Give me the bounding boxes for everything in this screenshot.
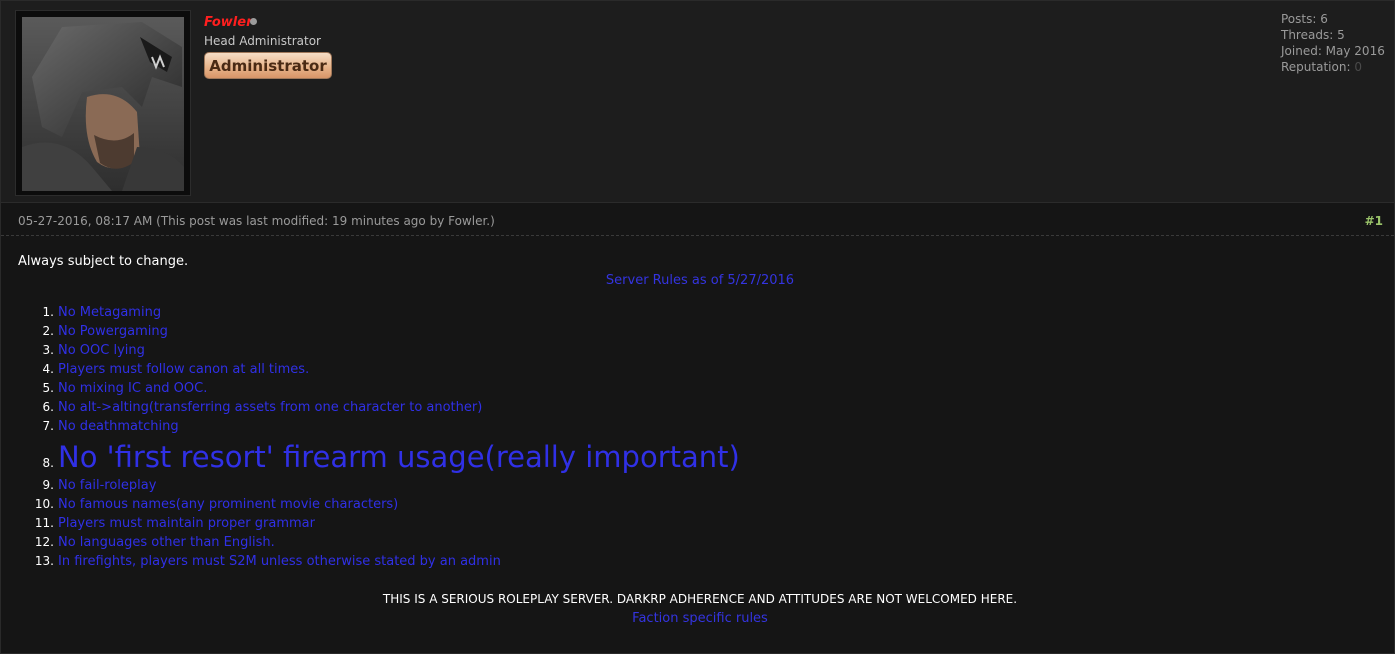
rule-number: 7. <box>42 419 54 433</box>
rule-text: No Metagaming <box>58 305 162 320</box>
stat-threads: Threads: 5 <box>1281 28 1345 42</box>
reputation-value[interactable]: 0 <box>1354 60 1362 74</box>
rule-item: 12. No languages other than English. <box>35 533 740 552</box>
rule-number: 11. <box>34 516 54 530</box>
rule-number: 12. <box>34 535 54 549</box>
reputation-label: Reputation: <box>1281 60 1351 74</box>
rule-number: 3. <box>42 343 54 357</box>
offline-status-icon <box>250 18 257 25</box>
rule-number: 5. <box>42 381 54 395</box>
rule-item: 3. No OOC lying <box>43 341 740 360</box>
stat-reputation: Reputation: 0 <box>1281 59 1385 75</box>
rule-item: 2. No Powergaming <box>43 322 740 341</box>
rule-text: No languages other than English. <box>58 535 275 550</box>
rule-number: 2. <box>42 324 54 338</box>
post-number-link[interactable]: #1 <box>1365 214 1383 228</box>
rule-text: No OOC lying <box>58 343 145 358</box>
user-title: Head Administrator <box>204 34 321 48</box>
post-date: 05-27-2016, 08:17 AM (This post was last… <box>18 214 495 228</box>
rule-item: 10. No famous names(any prominent movie c… <box>35 495 740 514</box>
rules-list: 1. No Metagaming 2. No Powergaming 3. No OOC … <box>35 303 740 571</box>
avatar-image <box>22 17 184 191</box>
rule-text: No 'first resort' firearm usage(really i… <box>58 440 740 474</box>
rule-text: No deathmatching <box>58 419 179 434</box>
rule-number: 13. <box>34 554 54 568</box>
rule-text: No fail-roleplay <box>58 478 157 493</box>
post-meta-bar: 05-27-2016, 08:17 AM (This post was last… <box>1 203 1394 236</box>
rule-item: 5. No mixing IC and OOC. <box>43 379 740 398</box>
faction-rules-link[interactable]: Faction specific rules <box>1 611 1395 626</box>
rule-item: 1. No Metagaming <box>43 303 740 322</box>
rule-item: 13. In firefights, players must S2M unles… <box>35 552 740 571</box>
rule-text: No mixing IC and OOC. <box>58 381 208 396</box>
rule-item: 6. No alt->alting(transferring assets fro… <box>43 398 740 417</box>
rule-text: No famous names(any prominent movie char… <box>58 497 399 512</box>
post-author-header: Fowler Head Administrator Administrator … <box>1 1 1394 203</box>
rule-item: 11. Players must maintain proper grammar <box>35 514 740 533</box>
rule-number: 4. <box>42 362 54 376</box>
rule-text: No Powergaming <box>58 324 168 339</box>
stat-joined: Joined: May 2016 <box>1281 44 1385 58</box>
rule-number: 6. <box>42 400 54 414</box>
group-badge: Administrator <box>204 52 332 79</box>
rule-text: No alt->alting(transferring assets from … <box>58 400 483 415</box>
avatar[interactable] <box>22 17 184 191</box>
rule-number: 10. <box>34 497 54 511</box>
rule-item: 4. Players must follow canon at all times… <box>43 360 740 379</box>
author-stats: Posts: 6 Threads: 5 Joined: May 2016 Rep… <box>1281 11 1385 75</box>
rule-item: 9. No fail-roleplay <box>43 476 740 495</box>
username-link[interactable]: Fowler <box>204 15 253 30</box>
rule-number: 1. <box>42 305 54 319</box>
rule-item: 8. No 'first resort' firearm usage(really… <box>43 434 740 480</box>
rules-title: Server Rules as of 5/27/2016 <box>605 273 795 288</box>
forum-post: Fowler Head Administrator Administrator … <box>0 0 1395 654</box>
rule-number: 9. <box>42 478 54 492</box>
serious-rp-notice: THIS IS A SERIOUS ROLEPLAY SERVER. DARKR… <box>382 592 1018 606</box>
avatar-frame <box>15 10 191 196</box>
rule-text: In firefights, players must S2M unless o… <box>58 554 501 569</box>
intro-text: Always subject to change. <box>18 254 189 269</box>
stat-posts: Posts: 6 <box>1281 12 1328 26</box>
rule-text: Players must follow canon at all times. <box>58 362 310 377</box>
rule-text: Players must maintain proper grammar <box>58 516 315 531</box>
